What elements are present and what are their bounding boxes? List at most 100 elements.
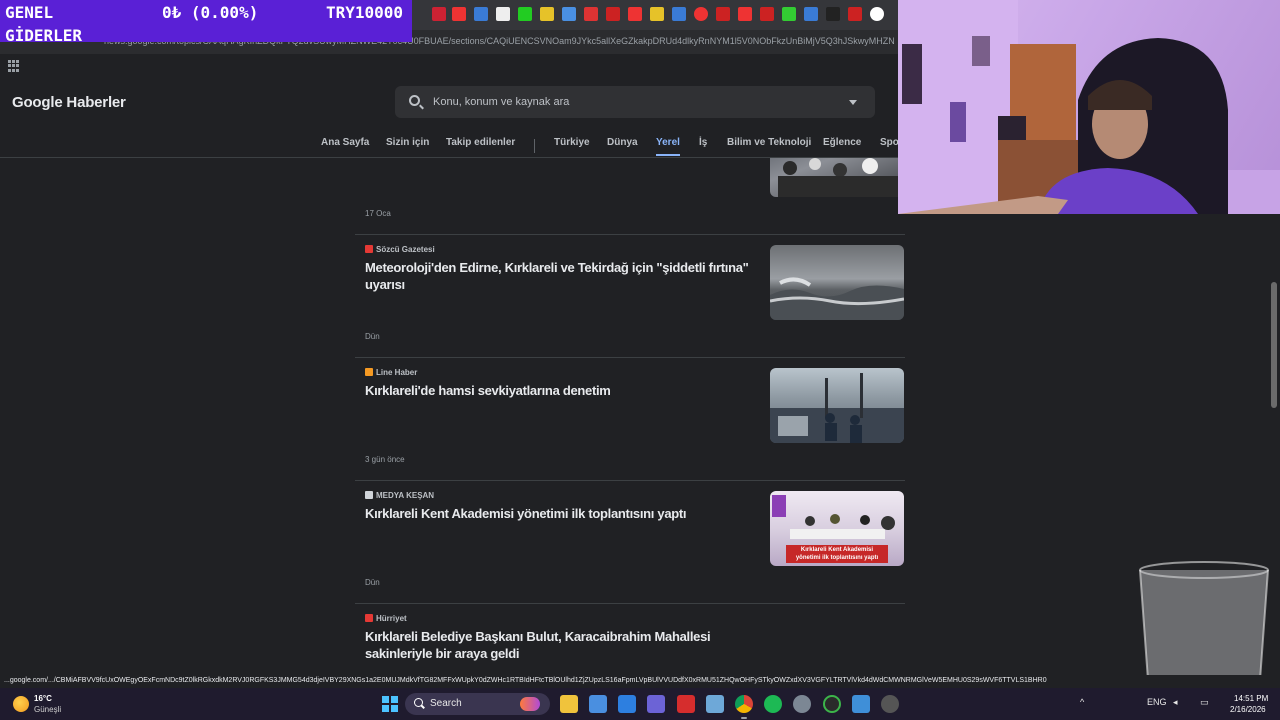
- app-icon[interactable]: [677, 695, 695, 713]
- gnews-logo[interactable]: Google Haberler: [12, 94, 126, 111]
- tab-turkiye[interactable]: Türkiye: [554, 137, 590, 148]
- taskbar-search-label: Search: [430, 698, 462, 709]
- bookmark-icon[interactable]: [804, 7, 818, 21]
- source-logo-icon: [365, 491, 373, 499]
- bookmark-icon[interactable]: [738, 7, 752, 21]
- article-title[interactable]: Meteoroloji'den Edirne, Kırklareli ve Te…: [365, 259, 750, 293]
- app-icon[interactable]: [706, 695, 724, 713]
- settings-icon[interactable]: [793, 695, 811, 713]
- donation-goal-banner: GENEL GİDERLER 0₺ (0.00%) TRY10000: [0, 0, 412, 45]
- article-source: MEDYA KEŞAN: [365, 491, 434, 500]
- tab-is[interactable]: İş: [699, 137, 707, 148]
- bookmark-icon[interactable]: [672, 7, 686, 21]
- tab-ana-sayfa[interactable]: Ana Sayfa: [321, 137, 369, 148]
- tab-eglence[interactable]: Eğlence: [823, 137, 861, 148]
- bookmark-icon[interactable]: [650, 7, 664, 21]
- sun-icon[interactable]: [13, 696, 29, 712]
- chevron-down-icon[interactable]: [849, 100, 857, 105]
- bookmark-icon[interactable]: [606, 7, 620, 21]
- clock-time[interactable]: 14:51 PM: [1234, 694, 1268, 703]
- apps-grid-icon[interactable]: [8, 60, 20, 72]
- article-title[interactable]: Kırklareli Kent Akademisi yönetimi ilk t…: [365, 505, 750, 522]
- article-thumbnail[interactable]: [770, 245, 904, 320]
- article-title[interactable]: Kırklareli'de hamsi sevkiyatlarına denet…: [365, 382, 750, 399]
- storm-sea-image: [770, 277, 904, 320]
- article-card[interactable]: MEDYA KEŞAN Kırklareli Kent Akademisi yö…: [355, 481, 915, 604]
- taskbar-search[interactable]: Search: [405, 693, 550, 715]
- obs-icon[interactable]: [823, 695, 841, 713]
- taskbar: 16°C Güneşli Search ^ ENG ◂ ▭ 14:51 PM 2…: [0, 688, 1280, 720]
- tab-divider: [534, 139, 535, 153]
- bookmark-icon[interactable]: [694, 7, 708, 21]
- bookmark-icon[interactable]: [628, 7, 642, 21]
- source-logo-icon: [365, 245, 373, 253]
- section-tabs: Ana Sayfa Sizin için Takip edilenler Tür…: [0, 134, 898, 158]
- weather-desc[interactable]: Güneşli: [34, 705, 61, 714]
- banner-amount: 0₺ (0.00%): [162, 3, 259, 22]
- tab-dunya[interactable]: Dünya: [607, 137, 638, 148]
- tab-spor[interactable]: Spor: [880, 137, 898, 148]
- bookmark-icon[interactable]: [452, 7, 466, 21]
- app-icon[interactable]: [881, 695, 899, 713]
- bookmark-icon[interactable]: [474, 7, 488, 21]
- bookmark-icon[interactable]: [540, 7, 554, 21]
- search-box[interactable]: [395, 86, 875, 118]
- windows-start-icon[interactable]: [382, 696, 398, 712]
- clock-date[interactable]: 2/16/2026: [1230, 705, 1266, 714]
- bookmark-icon[interactable]: [760, 7, 774, 21]
- glass-icon: [1139, 561, 1269, 687]
- scrollbar-thumb[interactable]: [1271, 282, 1277, 408]
- tab-yerel[interactable]: Yerel: [656, 137, 680, 156]
- bookmark-icon[interactable]: [716, 7, 730, 21]
- glass-decoration: [1138, 560, 1270, 688]
- bookmark-icon[interactable]: [496, 7, 510, 21]
- battery-icon[interactable]: ▭: [1200, 697, 1209, 708]
- file-explorer-icon[interactable]: [560, 695, 578, 713]
- bookmark-icon[interactable]: [848, 7, 862, 21]
- app-icon[interactable]: [852, 695, 870, 713]
- search-icon: [414, 698, 423, 707]
- bookmark-icon[interactable]: [584, 7, 598, 21]
- chrome-icon[interactable]: [735, 695, 753, 713]
- article-thumbnail[interactable]: Kırklareli Kent Akademisi yönetimi ilk t…: [770, 491, 904, 566]
- bookmark-icon[interactable]: [782, 7, 796, 21]
- volume-icon[interactable]: ◂: [1173, 697, 1178, 708]
- tab-takip-edilenler[interactable]: Takip edilenler: [446, 137, 515, 148]
- source-name: Sözcü Gazetesi: [376, 245, 435, 254]
- copilot-icon: [520, 697, 540, 711]
- tab-sizin-icin[interactable]: Sizin için: [386, 137, 429, 148]
- article-source: Line Haber: [365, 368, 417, 377]
- article-card[interactable]: Sözcü Gazetesi Meteoroloji'den Edirne, K…: [355, 235, 915, 358]
- article-time: Dün: [365, 578, 380, 587]
- bookmark-icon[interactable]: [518, 7, 532, 21]
- article-time: 3 gün önce: [365, 455, 405, 464]
- search-icon[interactable]: [409, 95, 420, 106]
- photos-icon[interactable]: [589, 695, 607, 713]
- weather-temp[interactable]: 16°C: [34, 694, 52, 703]
- banner-label-line1: GENEL: [5, 3, 54, 22]
- gnews-header: Google Haberler Ana Sayfa Sizin için Tak…: [0, 80, 898, 158]
- bookmark-icon[interactable]: [870, 7, 884, 21]
- article-card[interactable]: Line Haber Kırklareli'de hamsi sevkiyatl…: [355, 358, 915, 481]
- article-time: 17 Oca: [365, 209, 391, 218]
- spotify-icon[interactable]: [764, 695, 782, 713]
- harbor-image: [770, 373, 904, 443]
- teams-icon[interactable]: [647, 695, 665, 713]
- store-icon[interactable]: [618, 695, 636, 713]
- source-logo-icon: [365, 614, 373, 622]
- bookmark-icon[interactable]: [432, 7, 446, 21]
- search-input[interactable]: [433, 86, 833, 118]
- source-name: MEDYA KEŞAN: [376, 491, 435, 500]
- article-thumbnail[interactable]: [770, 158, 904, 197]
- article-thumbnail[interactable]: [770, 368, 904, 443]
- apps-row: [0, 54, 898, 80]
- article-time: Dün: [365, 332, 380, 341]
- source-name: Line Haber: [376, 368, 418, 377]
- bookmark-icon[interactable]: [562, 7, 576, 21]
- article-title[interactable]: Kırklareli Belediye Başkanı Bulut, Karac…: [365, 628, 725, 662]
- language-indicator[interactable]: ENG: [1147, 697, 1167, 707]
- tab-bilim-teknoloji[interactable]: Bilim ve Teknoloji: [727, 137, 811, 148]
- bookmark-icon[interactable]: [826, 7, 840, 21]
- chevron-up-icon[interactable]: ^: [1080, 697, 1084, 707]
- article-source: Hürriyet: [365, 614, 407, 623]
